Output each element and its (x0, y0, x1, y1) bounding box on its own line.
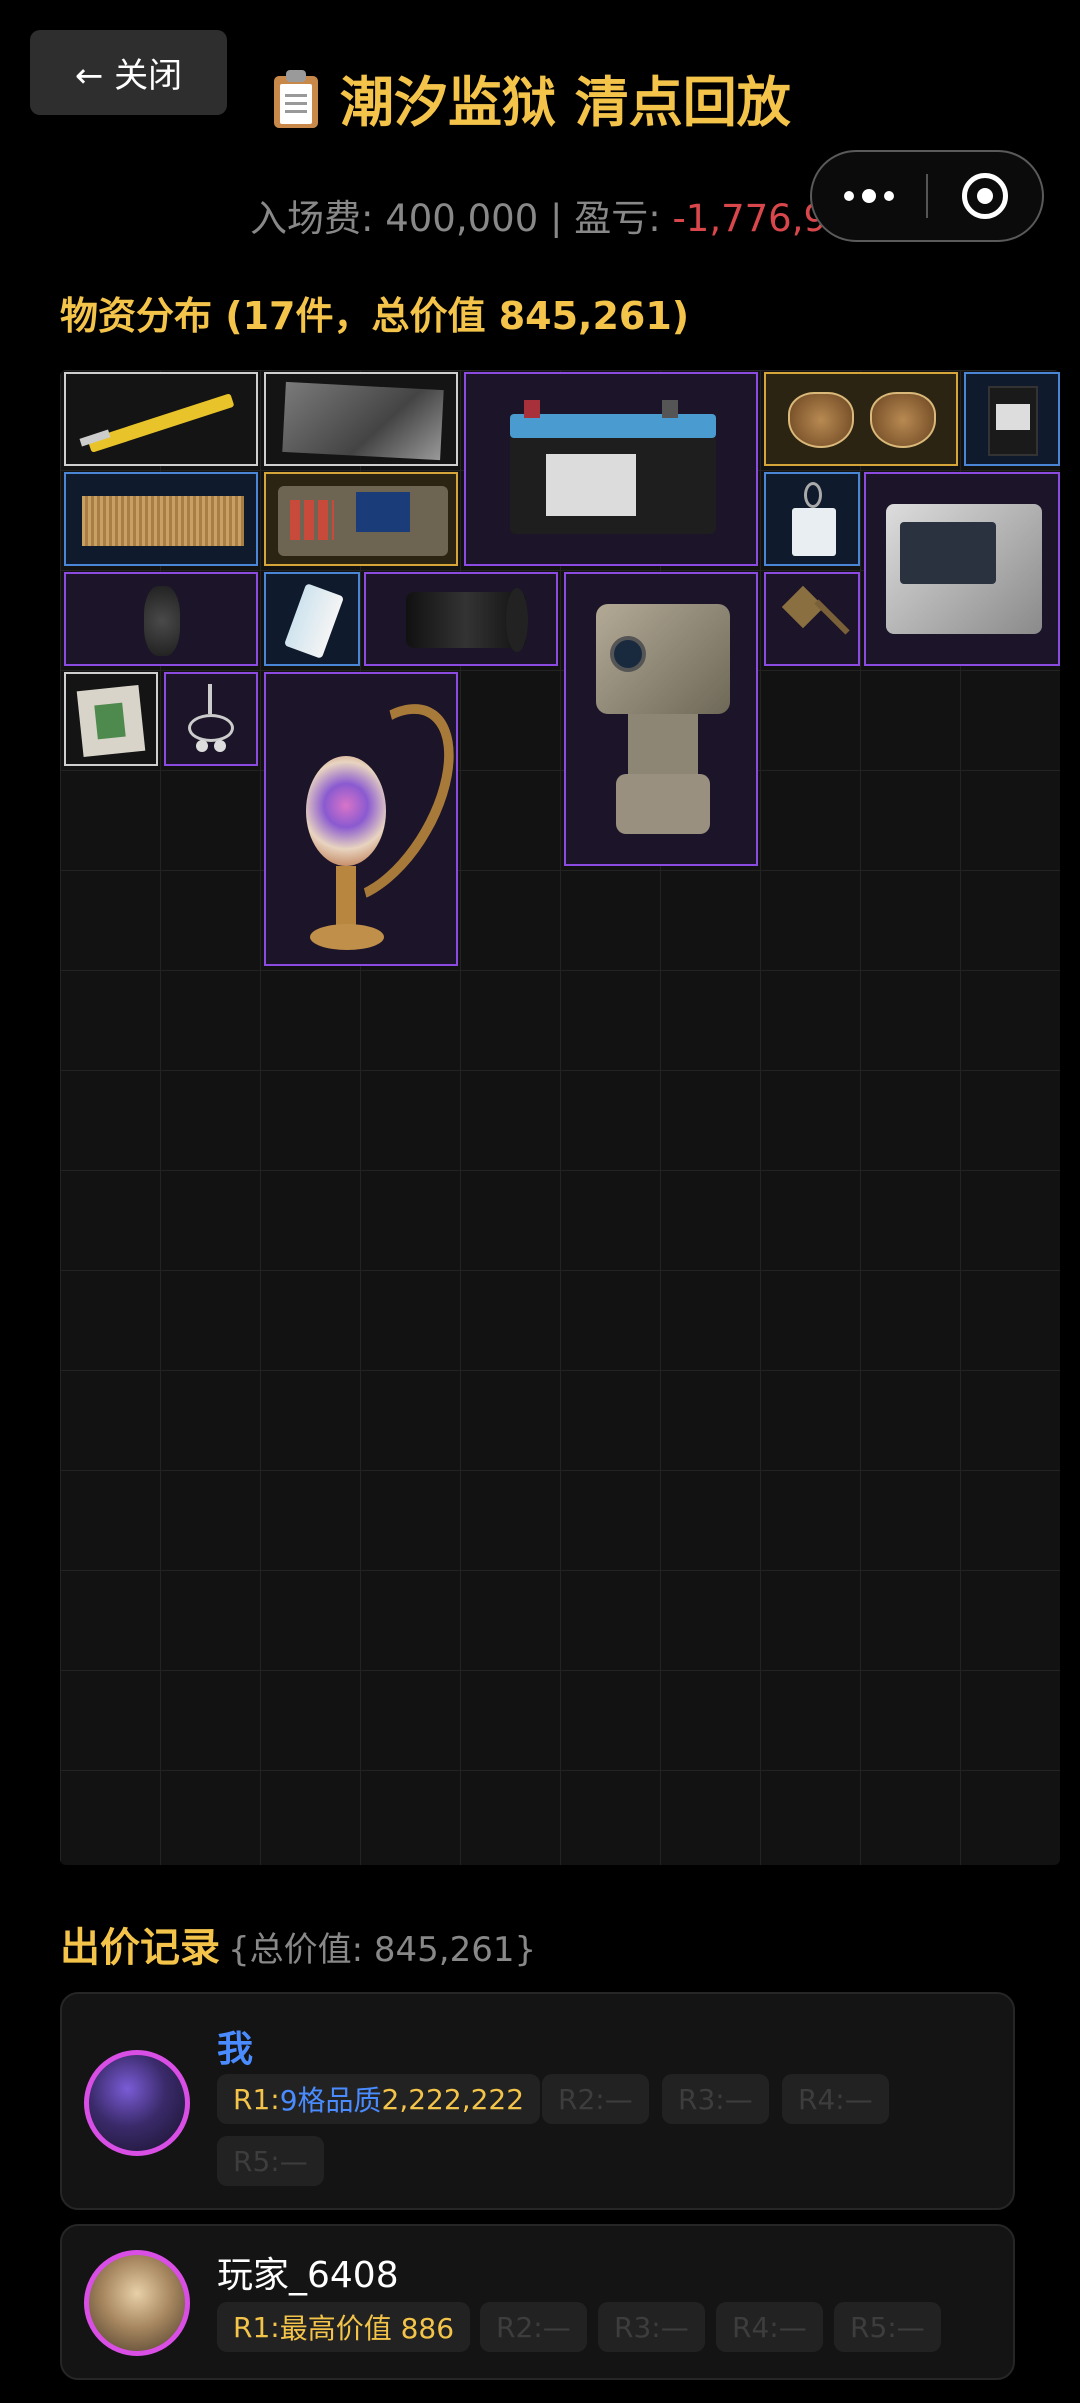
item-circuit-device[interactable] (964, 372, 1060, 466)
item-incubator-machine[interactable] (864, 472, 1060, 666)
item-matchbox[interactable] (64, 672, 158, 766)
inventory-grid (60, 370, 1060, 1865)
item-small-canister[interactable] (264, 572, 360, 666)
entry-fee-line: 入场费: 400,000 | 盈亏: -1,776,961 (250, 188, 825, 238)
round-3-bid: R3:— (598, 2302, 705, 2352)
close-button[interactable]: ← 关闭 (30, 30, 227, 115)
bid-record-card: 玩家_6408 R1: 最高价值 886 R2:— R3:— R4:— R5:— (60, 2224, 1015, 2380)
close-miniprogram-icon[interactable] (928, 173, 1042, 219)
round-2-bid: R2:— (542, 2074, 649, 2124)
item-dark-stone[interactable] (64, 572, 258, 666)
round-1-bid: R1: 9格品质 2,222,222 (217, 2074, 541, 2124)
item-earring[interactable] (164, 672, 258, 766)
miniprogram-capsule (810, 150, 1044, 242)
profit-value: -1,776,961 (672, 197, 825, 238)
round-1-bid: R1: 最高价值 886 (217, 2302, 471, 2352)
entry-fee-label: 入场费: 400,000 | 盈亏: (250, 197, 673, 238)
item-gold-plate[interactable] (64, 472, 258, 566)
round-4-bid: R4:— (782, 2074, 889, 2124)
avatar (84, 2250, 190, 2356)
item-spearhead[interactable] (764, 572, 860, 666)
page-title-row: 潮汐监狱 清点回放 (270, 58, 791, 137)
bids-section-title: 出价记录 {总价值: 845,261} (60, 1915, 536, 1973)
page-title: 潮汐监狱 清点回放 (340, 71, 791, 134)
bid-record-card: 我 R1: 9格品质 2,222,222 R2:— R3:— R4:— R5:— (60, 1992, 1015, 2210)
round-4-bid: R4:— (716, 2302, 823, 2352)
item-thermal-camera[interactable] (564, 572, 758, 866)
round-5-bid: R5:— (217, 2136, 324, 2186)
item-aviator-sunglasses[interactable] (764, 372, 958, 466)
item-camera-lens[interactable] (364, 572, 558, 666)
avatar (84, 2050, 190, 2156)
item-id-badge[interactable] (764, 472, 860, 566)
bids-total-value: {总价值: 845,261} (228, 1930, 537, 1970)
item-photo[interactable] (264, 372, 458, 466)
clipboard-icon (270, 68, 322, 128)
item-moon-lamp[interactable] (264, 672, 458, 966)
round-3-bid: R3:— (662, 2074, 769, 2124)
player-name: 我 (217, 2029, 254, 2070)
bids-title: 出价记录 (60, 1925, 220, 1971)
round-5-bid: R5:— (834, 2302, 941, 2352)
round-2-bid: R2:— (480, 2302, 587, 2352)
item-utility-knife[interactable] (64, 372, 258, 466)
item-car-battery[interactable] (464, 372, 758, 566)
player-name: 玩家_6408 (217, 2255, 399, 2296)
more-options-icon[interactable] (812, 189, 926, 203)
inventory-section-title: 物资分布 (17件，总价值 845,261) (60, 294, 690, 338)
item-handheld-scanner[interactable] (264, 472, 458, 566)
